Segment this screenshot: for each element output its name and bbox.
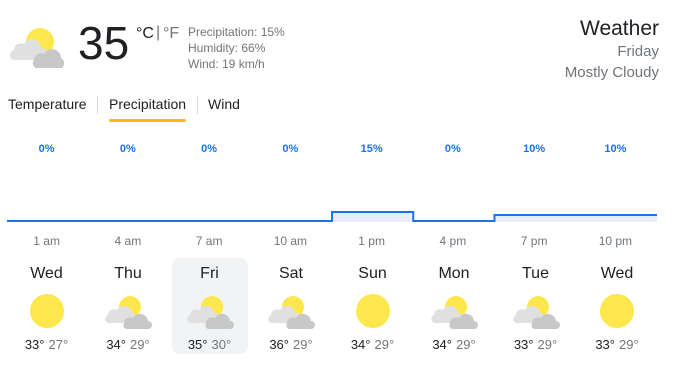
forecast-temps: 33° 29° xyxy=(498,337,574,353)
partly-cloudy-icon xyxy=(186,293,234,329)
precip-area xyxy=(575,215,657,222)
forecast-temps: 33° 27° xyxy=(9,337,85,353)
partly-cloudy-icon xyxy=(430,293,478,329)
forecast-day[interactable]: Wed 33° 27° xyxy=(9,258,85,354)
forecast-day-label: Sun xyxy=(358,265,387,282)
precip-value-label: 15% xyxy=(361,143,383,155)
humidity-stat: Humidity: 66% xyxy=(188,41,266,55)
hour-tick-label: 1 pm xyxy=(358,234,385,248)
forecast-temps: 36° 29° xyxy=(253,337,329,353)
forecast-low: 29° xyxy=(374,337,395,352)
precip-area xyxy=(494,215,576,222)
partly-cloudy-icon xyxy=(267,293,315,329)
partly-cloudy-icon xyxy=(512,293,560,329)
precip-value-label: 0% xyxy=(201,143,217,155)
hour-tick-label: 7 pm xyxy=(521,234,548,248)
hour-tick-label: 4 pm xyxy=(440,234,467,248)
forecast-day[interactable]: Thu 34° 29° xyxy=(90,258,166,354)
forecast-high: 34° xyxy=(432,337,452,352)
forecast-low: 30° xyxy=(211,337,232,352)
forecast-day[interactable]: Tue 33° 29° xyxy=(498,258,574,354)
precip-area xyxy=(332,212,414,222)
widget-title: Weather xyxy=(580,17,659,40)
hour-tick-label: 4 am xyxy=(115,234,142,248)
sunny-icon xyxy=(593,293,641,329)
forecast-day[interactable]: Sat 36° 29° xyxy=(253,258,329,354)
precip-value-label: 10% xyxy=(604,143,626,155)
forecast-day-label: Wed xyxy=(600,265,634,282)
forecast-low: 29° xyxy=(456,337,476,352)
current-condition: Mostly Cloudy xyxy=(564,64,659,81)
forecast-high: 33° xyxy=(24,337,45,352)
current-day: Friday xyxy=(617,43,659,60)
forecast-temps: 34° 29° xyxy=(335,337,411,353)
partly-cloudy-icon xyxy=(8,24,68,68)
forecast-temps: 34° 29° xyxy=(416,337,492,353)
fahrenheit-toggle[interactable]: °F xyxy=(163,25,179,43)
forecast-low: 29° xyxy=(293,337,313,352)
wind-stat: Wind: 19 km/h xyxy=(188,57,265,71)
forecast-low: 29° xyxy=(619,337,639,352)
forecast-temps: 34° 29° xyxy=(90,337,166,353)
forecast-day-label: Fri xyxy=(200,265,219,282)
forecast-high: 33° xyxy=(513,337,534,352)
precip-value-label: 0% xyxy=(282,143,298,155)
active-tab-indicator xyxy=(109,119,186,122)
unit-separator: | xyxy=(156,24,161,41)
tab-wind[interactable]: Wind xyxy=(208,96,240,112)
precipitation-chart: 0% 0% 0% 0% 15% 0% 10% 10% 1 am 4 am 7 am 10 am 1 pm… xyxy=(7,143,657,248)
forecast-high: 34° xyxy=(106,337,126,352)
tab-divider xyxy=(197,96,198,114)
celsius-toggle[interactable]: °C xyxy=(136,25,154,43)
precip-value-label: 0% xyxy=(445,143,461,155)
forecast-high: 34° xyxy=(350,337,371,352)
forecast-day[interactable]: Wed 33° 29° xyxy=(579,258,655,354)
precip-value-label: 0% xyxy=(120,143,136,155)
forecast-day[interactable]: Mon 34° 29° xyxy=(416,258,492,354)
hour-tick-label: 7 am xyxy=(196,234,223,248)
forecast-high: 36° xyxy=(269,337,289,352)
forecast-low: 27° xyxy=(48,337,69,352)
forecast-high: 35° xyxy=(187,337,208,352)
forecast-day-label: Wed xyxy=(30,265,63,282)
forecast-day[interactable]: Sun 34° 29° xyxy=(335,258,411,354)
hour-tick-label: 1 am xyxy=(33,234,60,248)
tab-precipitation[interactable]: Precipitation xyxy=(109,96,186,112)
forecast-day-label: Thu xyxy=(114,265,142,282)
forecast-day[interactable]: Fri 35° 30° xyxy=(171,258,248,354)
precip-value-label: 0% xyxy=(39,143,55,155)
current-temperature: 35 xyxy=(78,17,130,69)
precipitation-stat: Precipitation: 15% xyxy=(188,25,285,39)
partly-cloudy-icon xyxy=(104,293,152,329)
forecast-temps: 33° 29° xyxy=(579,337,655,353)
precip-value-label: 10% xyxy=(523,143,545,155)
hour-tick-label: 10 pm xyxy=(599,234,632,248)
forecast-day-label: Mon xyxy=(438,265,470,282)
forecast-temps: 35° 30° xyxy=(172,337,248,353)
forecast-high: 33° xyxy=(595,337,615,352)
tab-temperature[interactable]: Temperature xyxy=(8,96,87,112)
tab-divider xyxy=(97,96,98,114)
forecast-day-label: Tue xyxy=(522,265,549,282)
forecast-low: 29° xyxy=(537,337,558,352)
forecast-day-label: Sat xyxy=(278,265,303,282)
hour-tick-label: 10 am xyxy=(274,234,307,248)
forecast-low: 29° xyxy=(130,337,150,352)
sunny-icon xyxy=(349,293,397,329)
sunny-icon xyxy=(23,293,71,329)
